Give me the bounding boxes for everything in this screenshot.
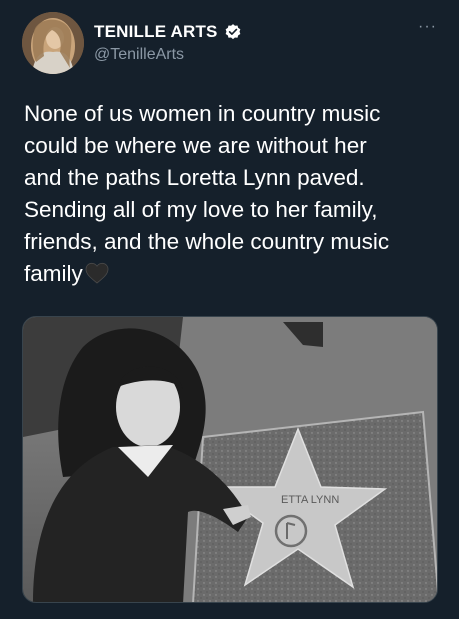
tweet-media-photo[interactable]: ETTA LYNN [22,316,438,603]
photo-black-and-white-icon: ETTA LYNN [23,317,437,602]
verified-badge-icon [224,23,242,41]
profile-photo-icon [22,12,84,74]
author-display-name[interactable]: TENILLE ARTS [94,22,218,42]
author-avatar[interactable] [22,12,84,74]
author-name-row: TENILLE ARTS [94,22,242,42]
author-handle[interactable]: @TenilleArts [94,46,184,64]
tweet-body: None of us women in country music could … [24,101,390,286]
black-heart-icon [85,261,109,284]
more-options-icon[interactable]: ··· [418,19,437,35]
tweet-card: TENILLE ARTS @TenilleArts ··· None of us… [0,0,459,619]
star-name-text: ETTA LYNN [281,494,339,506]
tweet-text: None of us women in country music could … [24,98,444,290]
